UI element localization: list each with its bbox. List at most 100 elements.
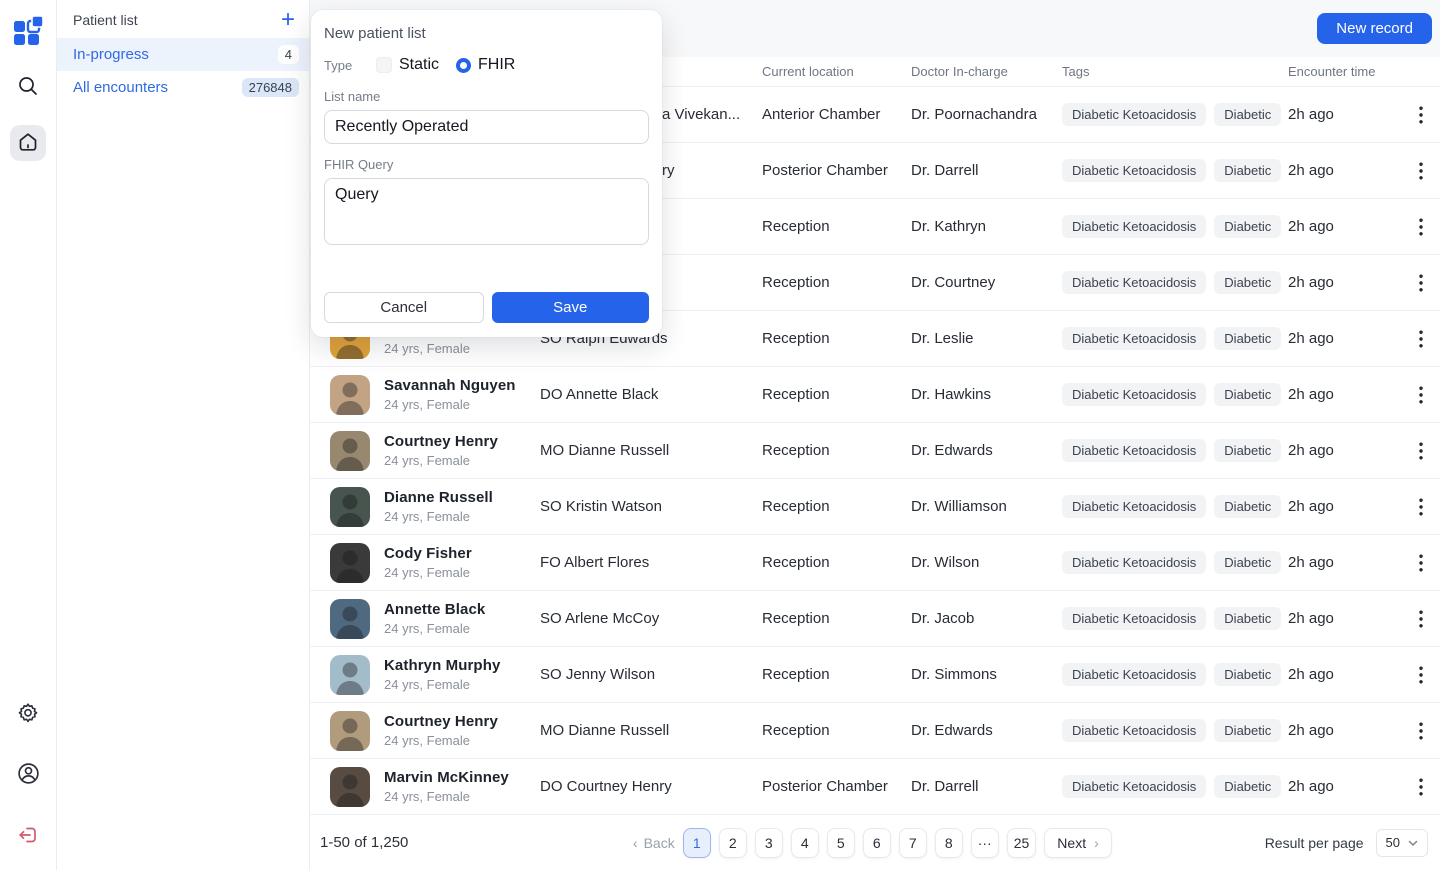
per-page-select[interactable]: 50: [1376, 829, 1428, 857]
patient-meta: 24 yrs, Female: [384, 677, 500, 692]
tags-cell: Diabetic KetoacidosisDiabetic: [1062, 551, 1288, 574]
table-row[interactable]: Dianne Russell24 yrs, FemaleSO Kristin W…: [310, 479, 1440, 535]
table-row[interactable]: Cody Fisher24 yrs, FemaleFO Albert Flore…: [310, 535, 1440, 591]
tags-cell: Diabetic KetoacidosisDiabetic: [1062, 719, 1288, 742]
current-location-cell: Reception: [762, 610, 911, 627]
doctor-cell: Dr. Darrell: [911, 162, 1062, 179]
patient-info: Courtney Henry24 yrs, Female: [384, 433, 498, 468]
logout-button[interactable]: [10, 818, 46, 854]
list-name-input[interactable]: [324, 110, 649, 144]
row-menu-button[interactable]: [1415, 774, 1427, 800]
row-menu-cell: [1415, 102, 1440, 128]
page-button[interactable]: 8: [935, 828, 963, 858]
doctor-cell: Dr. Simmons: [911, 666, 1062, 683]
fhir-query-label: FHIR Query: [324, 157, 649, 172]
patient-meta: 24 yrs, Female: [384, 789, 509, 804]
encounter-time-cell: 2h ago: [1288, 330, 1415, 347]
profile-icon: [16, 761, 41, 789]
page-button[interactable]: 2: [719, 828, 747, 858]
tag-badge: Diabetic Ketoacidosis: [1062, 663, 1206, 686]
page-button[interactable]: 7: [899, 828, 927, 858]
patient-info: Annette Black24 yrs, Female: [384, 601, 485, 636]
encounter-time-cell: 2h ago: [1288, 778, 1415, 795]
row-menu-button[interactable]: [1415, 382, 1427, 408]
add-patient-list-button[interactable]: +: [281, 10, 295, 30]
row-menu-cell: [1415, 718, 1440, 744]
tags-cell: Diabetic KetoacidosisDiabetic: [1062, 327, 1288, 350]
save-button[interactable]: Save: [492, 292, 650, 323]
tag-badge: Diabetic: [1214, 607, 1281, 630]
row-menu-button[interactable]: [1415, 158, 1427, 184]
static-checkbox[interactable]: [376, 57, 392, 73]
patient-cell: Annette Black24 yrs, Female: [310, 599, 540, 639]
search-icon: [16, 74, 40, 101]
row-menu-button[interactable]: [1415, 270, 1427, 296]
tag-badge: Diabetic: [1214, 495, 1281, 518]
search-button[interactable]: [10, 69, 46, 105]
sidebar-item-in-progress[interactable]: In-progress 4: [57, 38, 309, 71]
tags-cell: Diabetic KetoacidosisDiabetic: [1062, 495, 1288, 518]
patient-avatar: [330, 431, 370, 471]
back-button[interactable]: ‹ Back: [633, 835, 675, 851]
table-row[interactable]: Marvin McKinney24 yrs, FemaleDO Courtney…: [310, 759, 1440, 815]
row-menu-cell: [1415, 662, 1440, 688]
page-button[interactable]: 1: [683, 828, 711, 858]
patient-meta: 24 yrs, Female: [384, 397, 516, 412]
encounter-time-cell: 2h ago: [1288, 162, 1415, 179]
row-menu-button[interactable]: [1415, 214, 1427, 240]
row-menu-button[interactable]: [1415, 718, 1427, 744]
profile-button[interactable]: [10, 757, 46, 793]
fhir-query-textarea[interactable]: Query: [324, 178, 649, 245]
tag-badge: Diabetic Ketoacidosis: [1062, 271, 1206, 294]
tag-badge: Diabetic: [1214, 775, 1281, 798]
page-button[interactable]: 25: [1007, 828, 1037, 858]
tags-cell: Diabetic KetoacidosisDiabetic: [1062, 775, 1288, 798]
table-row[interactable]: Courtney Henry24 yrs, FemaleMO Dianne Ru…: [310, 703, 1440, 759]
patient-avatar: [330, 375, 370, 415]
row-menu-button[interactable]: [1415, 550, 1427, 576]
row-menu-button[interactable]: [1415, 494, 1427, 520]
patient-avatar: [330, 655, 370, 695]
patient-list-panel: Patient list + In-progress 4 All encount…: [57, 0, 310, 870]
sidebar-item-all-encounters[interactable]: All encounters 276848: [57, 71, 309, 104]
page-ellipsis-button[interactable]: ···: [971, 828, 999, 858]
encounter-time-cell: 2h ago: [1288, 498, 1415, 515]
doctor-cell: Dr. Wilson: [911, 554, 1062, 571]
row-menu-button[interactable]: [1415, 662, 1427, 688]
table-row[interactable]: Annette Black24 yrs, FemaleSO Arlene McC…: [310, 591, 1440, 647]
per-page-control: Result per page 50: [1265, 829, 1428, 857]
fhir-radio-selected[interactable]: [456, 58, 471, 73]
row-menu-button[interactable]: [1415, 102, 1427, 128]
row-menu-button[interactable]: [1415, 326, 1427, 352]
encounter-time-cell: 2h ago: [1288, 554, 1415, 571]
patient-cell: Courtney Henry24 yrs, Female: [310, 711, 540, 751]
page-button[interactable]: 5: [827, 828, 855, 858]
app-logo[interactable]: [10, 13, 46, 49]
table-row[interactable]: Savannah Nguyen24 yrs, FemaleDO Annette …: [310, 367, 1440, 423]
next-label: Next: [1057, 835, 1086, 851]
type-option-static[interactable]: Static: [376, 56, 439, 74]
home-button[interactable]: [10, 125, 46, 161]
row-menu-button[interactable]: [1415, 438, 1427, 464]
rail-bottom-group: [10, 696, 46, 854]
attendant-cell: DO Courtney Henry: [540, 778, 762, 795]
next-button[interactable]: Next ›: [1044, 828, 1111, 858]
doctor-cell: Dr. Leslie: [911, 330, 1062, 347]
patient-meta: 24 yrs, Female: [384, 621, 485, 636]
type-option-fhir[interactable]: FHIR: [456, 56, 515, 74]
cancel-button[interactable]: Cancel: [324, 292, 484, 323]
page-button[interactable]: 4: [791, 828, 819, 858]
patient-cell: Cody Fisher24 yrs, Female: [310, 543, 540, 583]
page-button[interactable]: 6: [863, 828, 891, 858]
gear-icon: [16, 701, 40, 728]
new-record-button[interactable]: New record: [1317, 13, 1432, 44]
table-row[interactable]: Courtney Henry24 yrs, FemaleMO Dianne Ru…: [310, 423, 1440, 479]
table-row[interactable]: Kathryn Murphy24 yrs, FemaleSO Jenny Wil…: [310, 647, 1440, 703]
row-menu-button[interactable]: [1415, 606, 1427, 632]
settings-button[interactable]: [10, 696, 46, 732]
doctor-cell: Dr. Jacob: [911, 610, 1062, 627]
patient-info: Cody Fisher24 yrs, Female: [384, 545, 472, 580]
patient-meta: 24 yrs, Female: [384, 341, 496, 356]
page-button[interactable]: 3: [755, 828, 783, 858]
tag-badge: Diabetic Ketoacidosis: [1062, 551, 1206, 574]
